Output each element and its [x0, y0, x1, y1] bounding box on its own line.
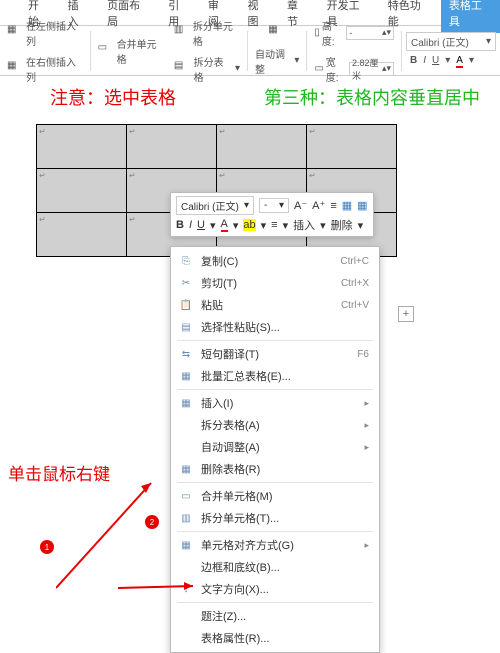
- ctx-insert[interactable]: ▦插入(I)▸: [171, 392, 379, 414]
- ctx-delete-table[interactable]: ▦删除表格(R): [171, 458, 379, 480]
- ctx-batch[interactable]: ▦批量汇总表格(E)...: [171, 365, 379, 387]
- ctx-paste[interactable]: 📋粘贴Ctrl+V: [171, 294, 379, 316]
- ctx-translate[interactable]: ⇆短句翻译(T)F6: [171, 343, 379, 365]
- mini-table-icon[interactable]: ▦: [342, 199, 352, 212]
- split-cell-button[interactable]: ▥拆分单元格: [171, 16, 243, 50]
- mini-align-button[interactable]: ≡: [271, 219, 277, 231]
- insert-right-icon: ▦: [7, 60, 24, 78]
- ctx-caption[interactable]: 题注(Z)...: [171, 605, 379, 627]
- row-height-field[interactable]: ▯高度:-▴▾: [311, 16, 397, 50]
- decrease-font-icon[interactable]: A⁻: [294, 199, 307, 212]
- split-cell-icon: ▥: [174, 24, 191, 42]
- insert-icon: ▦: [179, 396, 193, 410]
- insert-col-right-button[interactable]: ▦在右侧插入列: [4, 52, 86, 86]
- tab-layout[interactable]: 页面布局: [99, 0, 158, 33]
- insert-left-icon: ▦: [7, 24, 24, 42]
- mini-toolbar: Calibri (正文)▾ -▾ A⁻ A⁺ ≡ ▦ ▦ B I U▾ A▾ a…: [170, 192, 374, 237]
- increase-font-icon[interactable]: A⁺: [312, 199, 325, 212]
- copy-icon: ⎘: [179, 254, 193, 268]
- auto-adjust-button[interactable]: 自动调整▾: [252, 44, 302, 78]
- toolbar: ▦在左侧插入列 ▦在右侧插入列 ▭合并单元格 ▥拆分单元格 ▤拆分表格▾ ▦ 自…: [0, 26, 500, 76]
- mini-highlight-button[interactable]: ab: [243, 219, 255, 231]
- arrow-2: [118, 478, 208, 598]
- insert-col-left-button[interactable]: ▦在左侧插入列: [4, 16, 86, 50]
- indent-icon[interactable]: ≡: [330, 200, 336, 212]
- translate-icon: ⇆: [179, 347, 193, 361]
- cut-icon: ✂: [179, 276, 193, 290]
- ctx-split-table[interactable]: 拆分表格(A)▸: [171, 414, 379, 436]
- mini-fill-icon[interactable]: ▦: [357, 199, 367, 212]
- auto-adjust-icon: ▦: [268, 24, 286, 42]
- ctx-auto-adjust[interactable]: 自动调整(A)▸: [171, 436, 379, 458]
- annotation-badge-1: 1: [40, 540, 54, 554]
- paste-special-icon: ▤: [179, 320, 193, 334]
- document-table[interactable]: ↵↵↵↵ ↵↵↵↵ ↵↵↵↵: [36, 124, 397, 257]
- tab-table-tools[interactable]: 表格工具: [441, 0, 500, 33]
- underline-button[interactable]: U: [432, 55, 439, 68]
- batch-icon: ▦: [179, 369, 193, 383]
- mini-underline-button[interactable]: U: [197, 219, 205, 231]
- ctx-props[interactable]: 表格属性(R)...: [171, 627, 379, 649]
- delete-table-icon: ▦: [179, 462, 193, 476]
- ctx-cut[interactable]: ✂剪切(T)Ctrl+X: [171, 272, 379, 294]
- mini-size-select[interactable]: -▾: [259, 198, 289, 213]
- mini-delete-button[interactable]: 删除: [331, 217, 353, 233]
- font-select[interactable]: Calibri (正文)▾: [406, 32, 496, 51]
- font-color-button[interactable]: A: [456, 55, 463, 68]
- split-table-icon: ▤: [174, 60, 192, 78]
- col-width-field[interactable]: ▭宽度:2.82厘米▴▾: [311, 52, 397, 86]
- merge-icon: ▭: [98, 42, 115, 60]
- paste-icon: 📋: [179, 298, 193, 312]
- mini-font-select[interactable]: Calibri (正文)▾: [176, 196, 254, 215]
- mini-insert-button[interactable]: 插入: [293, 217, 315, 233]
- bold-button[interactable]: B: [410, 55, 417, 68]
- merge-cells-button[interactable]: ▭合并单元格: [95, 34, 167, 68]
- document-area: ↵↵↵↵ ↵↵↵↵ ↵↵↵↵ +: [0, 114, 500, 267]
- annotation-note: 注意：选中表格: [50, 84, 176, 110]
- ctx-copy[interactable]: ⎘复制(C)Ctrl+C: [171, 250, 379, 272]
- split-table-button[interactable]: ▤拆分表格▾: [171, 52, 243, 86]
- ctx-paste-special[interactable]: ▤选择性粘贴(S)...: [171, 316, 379, 338]
- mini-font-color-button[interactable]: A: [221, 218, 228, 232]
- mini-bold-button[interactable]: B: [176, 219, 184, 231]
- annotation-method: 第三种：表格内容垂直居中: [264, 84, 480, 110]
- italic-button[interactable]: I: [423, 55, 426, 68]
- add-column-button[interactable]: +: [398, 306, 414, 322]
- width-icon: ▭: [314, 63, 323, 74]
- height-icon: ▯: [314, 27, 320, 38]
- table-row[interactable]: ↵↵↵↵: [37, 125, 397, 169]
- mini-italic-button[interactable]: I: [189, 219, 192, 231]
